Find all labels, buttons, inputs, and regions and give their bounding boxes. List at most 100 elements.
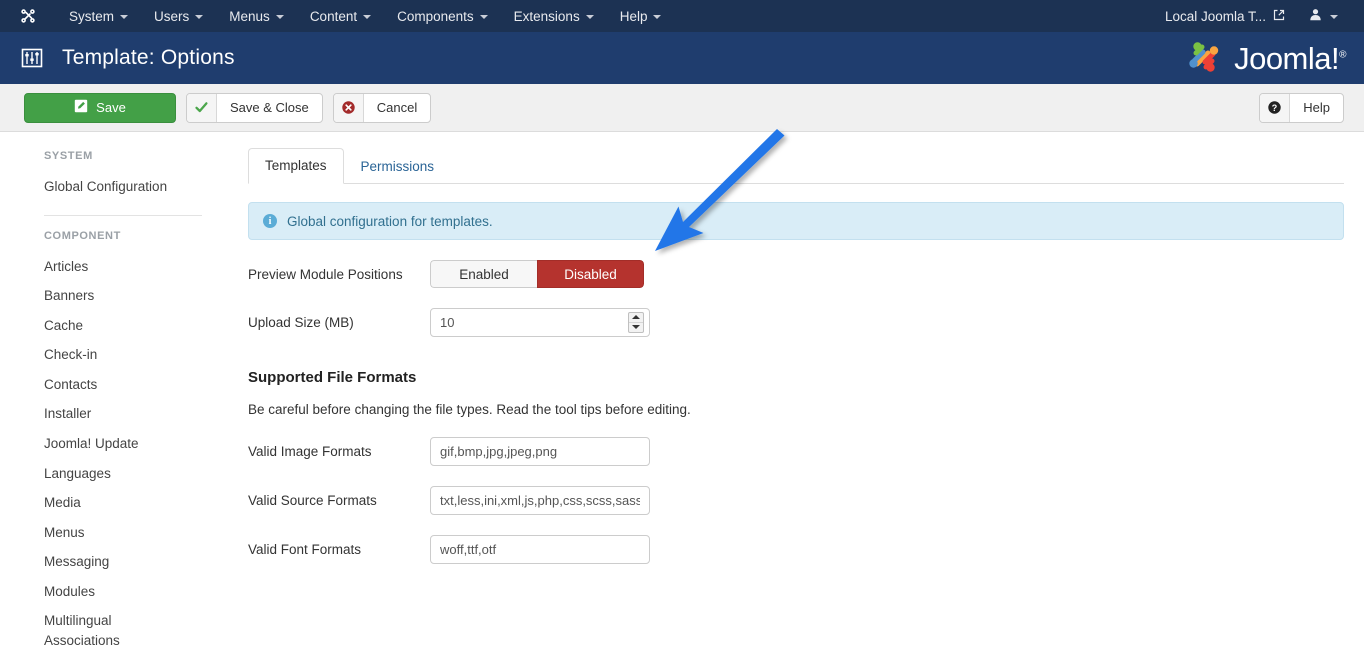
supported-file-formats-description: Be careful before changing the file type… (248, 402, 691, 417)
menu-item-menus[interactable]: Menus (216, 3, 297, 30)
menu-item-extensions[interactable]: Extensions (501, 3, 607, 30)
joomla-logo-icon (1183, 36, 1225, 81)
sidebar-item-modules[interactable]: Modules (0, 577, 226, 607)
joomla-wordmark: Joomla!® (1234, 40, 1346, 76)
sidebar-item-cache[interactable]: Cache (0, 311, 226, 341)
upload-size-row: Upload Size (MB) (248, 308, 1344, 337)
caret-down-icon[interactable] (629, 323, 643, 333)
toggle-option-enabled[interactable]: Enabled (430, 260, 537, 288)
caret-up-icon[interactable] (629, 313, 643, 323)
sliders-options-icon (20, 46, 44, 70)
preview-module-positions-label: Preview Module Positions (248, 266, 403, 282)
chevron-down-icon (479, 15, 488, 19)
menu-item-components[interactable]: Components (384, 3, 501, 30)
valid-image-formats-input[interactable] (430, 437, 650, 466)
menu-item-components-label: Components (397, 8, 474, 24)
menu-item-menus-label: Menus (229, 8, 270, 24)
supported-file-formats-title: Supported File Formats (248, 369, 417, 386)
valid-font-formats-row: Valid Font Formats (248, 535, 1344, 564)
external-link-icon (1273, 9, 1285, 24)
chevron-down-icon (275, 15, 284, 19)
help-button-label: Help (1303, 100, 1330, 115)
valid-source-formats-input[interactable] (430, 486, 650, 515)
menu-item-help[interactable]: Help (607, 3, 675, 30)
page-title: Template: Options (62, 46, 235, 69)
sidebar-divider (44, 214, 202, 216)
save-and-close-button[interactable]: Save & Close (186, 92, 323, 123)
chevron-down-icon (1330, 15, 1338, 19)
sidebar-item-menus[interactable]: Menus (0, 518, 226, 548)
chevron-down-icon (585, 15, 594, 19)
sidebar-item-messaging[interactable]: Messaging (0, 547, 226, 577)
menu-item-system-label: System (69, 8, 115, 24)
cancel-button-label: Cancel (376, 100, 418, 115)
valid-font-formats-label: Valid Font Formats (248, 542, 362, 557)
valid-image-formats-label: Valid Image Formats (248, 444, 372, 459)
info-circle-icon: i (263, 214, 277, 228)
sidebar-item-media[interactable]: Media (0, 488, 226, 518)
top-bar-right: Local Joomla T... (1155, 2, 1350, 30)
sidebar-item-contacts[interactable]: Contacts (0, 370, 226, 400)
save-button-label: Save (96, 100, 126, 115)
page-header: Template: Options Joomla!® (0, 32, 1364, 84)
user-menu-button[interactable] (1299, 2, 1350, 30)
content-area: Templates Permissions i Global configura… (226, 132, 1364, 575)
action-toolbar: Save Save & Close Cancel ? Help (0, 84, 1364, 132)
tab-bar: Templates Permissions (248, 147, 1344, 184)
sidebar-item-languages[interactable]: Languages (0, 459, 226, 489)
joomla-brand-icon[interactable] (18, 6, 38, 26)
pencil-square-icon (74, 99, 88, 116)
valid-image-formats-row: Valid Image Formats (248, 437, 1344, 466)
upload-size-label: Upload Size (MB) (248, 315, 354, 330)
sidebar-item-multilingual-associations[interactable]: Multilingual Associations (0, 606, 120, 655)
times-circle-icon (333, 93, 364, 122)
top-menu-items: System Users Menus Content Components Ex… (56, 3, 674, 30)
valid-font-formats-input[interactable] (430, 535, 650, 564)
menu-item-system[interactable]: System (56, 3, 141, 30)
valid-source-formats-row: Valid Source Formats (248, 486, 1344, 515)
toggle-option-disabled[interactable]: Disabled (537, 260, 644, 288)
menu-item-help-label: Help (619, 8, 648, 24)
chevron-down-icon (120, 15, 129, 19)
preview-module-positions-toggle: Enabled Disabled (430, 260, 644, 288)
menu-item-content-label: Content (309, 8, 358, 24)
menu-item-extensions-label: Extensions (513, 8, 580, 24)
tab-permissions[interactable]: Permissions (344, 149, 452, 184)
joomla-logo: Joomla!® (1183, 36, 1346, 81)
preview-module-positions-row: Preview Module Positions Enabled Disable… (248, 260, 1344, 288)
question-circle-icon: ? (1260, 93, 1291, 122)
save-and-close-label: Save & Close (230, 100, 309, 115)
info-alert: i Global configuration for templates. (248, 202, 1344, 240)
top-menu-bar: System Users Menus Content Components Ex… (0, 0, 1364, 32)
sidebar-item-installer[interactable]: Installer (0, 399, 226, 429)
check-icon (187, 93, 217, 122)
menu-item-users[interactable]: Users (141, 3, 216, 30)
sidebar-item-banners[interactable]: Banners (0, 281, 226, 311)
page-body: SYSTEM Global Configuration COMPONENT Ar… (0, 132, 1364, 648)
upload-size-stepper[interactable] (628, 312, 644, 333)
sidebar-heading-component: COMPONENT (44, 229, 121, 242)
cancel-button[interactable]: Cancel (332, 92, 432, 123)
menu-item-content[interactable]: Content (297, 3, 384, 30)
user-icon (1309, 8, 1322, 24)
sidebar-heading-system: SYSTEM (44, 150, 93, 162)
chevron-down-icon (195, 15, 204, 19)
help-button[interactable]: ? Help (1259, 92, 1344, 123)
chevron-down-icon (363, 15, 372, 19)
sidebar-item-check-in[interactable]: Check-in (0, 340, 226, 370)
upload-size-input[interactable] (430, 308, 650, 337)
chevron-down-icon (653, 15, 662, 19)
svg-text:?: ? (1272, 103, 1278, 113)
tab-templates[interactable]: Templates (248, 147, 344, 184)
sidebar-item-global-configuration[interactable]: Global Configuration (0, 172, 226, 202)
site-preview-link[interactable]: Local Joomla T... (1155, 3, 1295, 30)
upload-size-field-wrap (430, 308, 650, 337)
info-alert-text: Global configuration for templates. (287, 213, 493, 229)
sidebar: SYSTEM Global Configuration COMPONENT Ar… (0, 132, 226, 648)
sidebar-item-joomla-update[interactable]: Joomla! Update (0, 429, 226, 459)
toolbar-right-group: ? Help (1259, 92, 1344, 123)
save-button[interactable]: Save (24, 92, 176, 123)
valid-source-formats-label: Valid Source Formats (248, 493, 377, 508)
sidebar-item-articles[interactable]: Articles (0, 252, 226, 282)
menu-item-users-label: Users (154, 8, 190, 24)
